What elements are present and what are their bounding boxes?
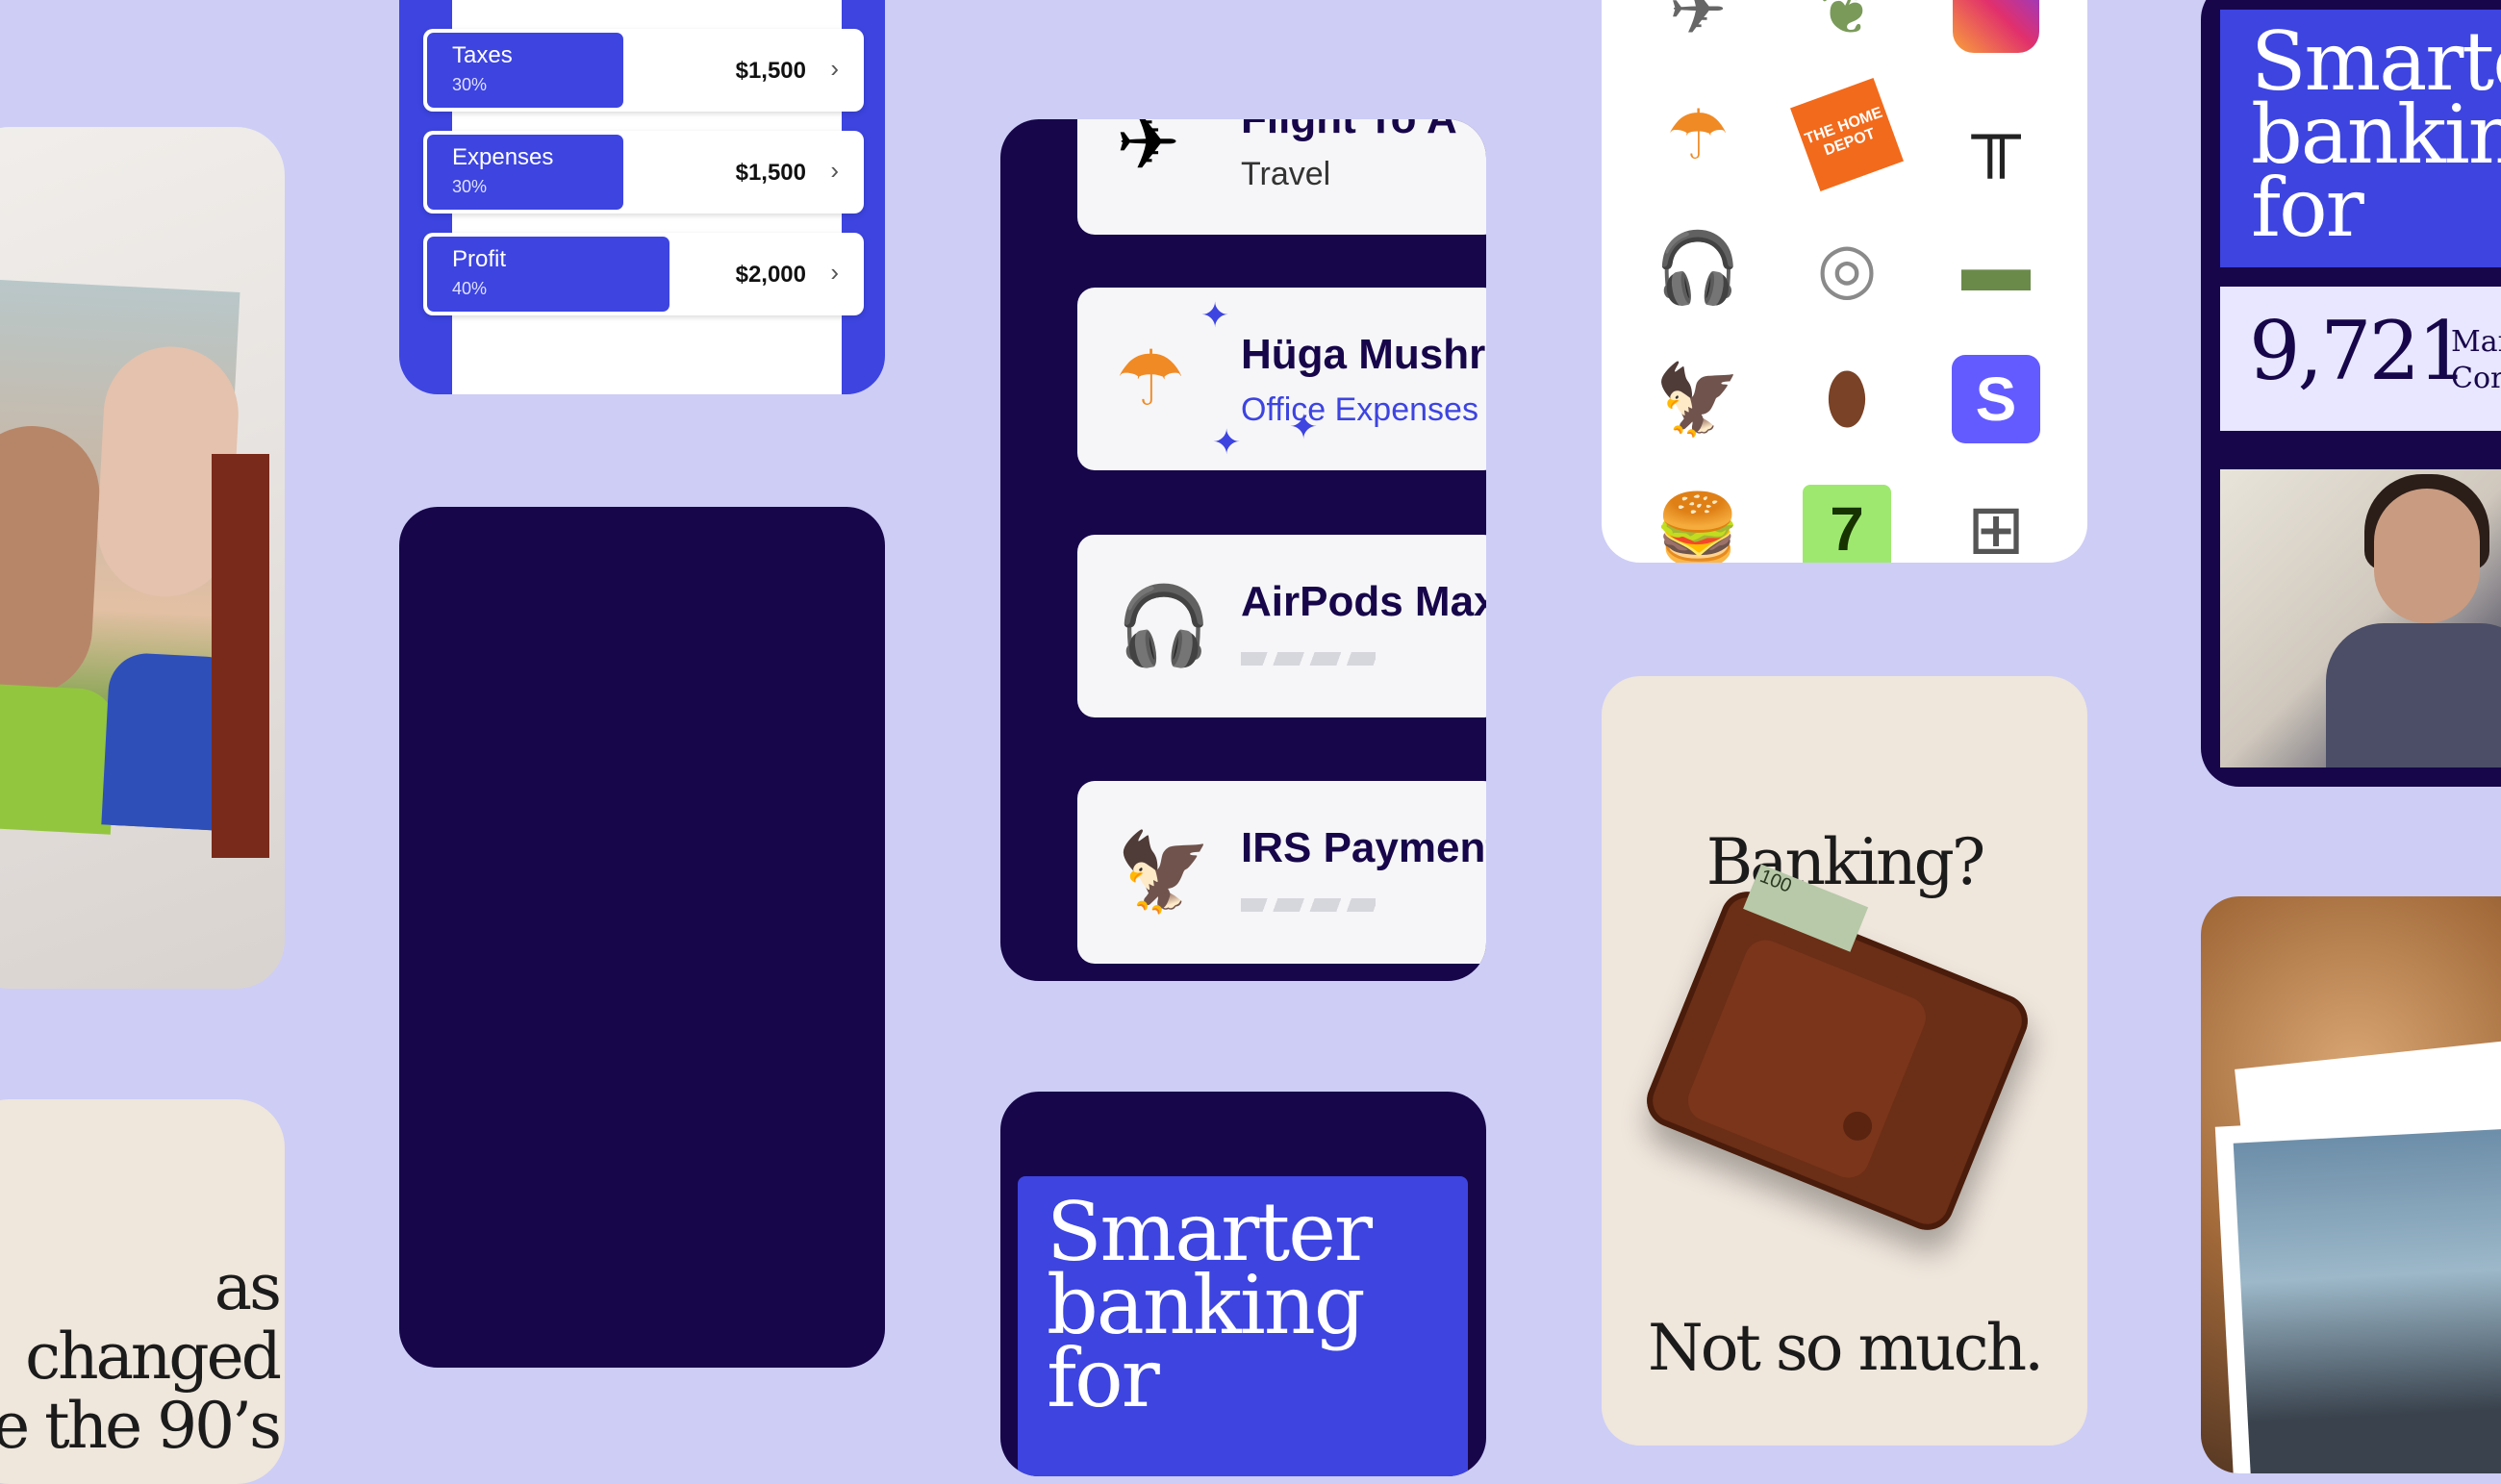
- chevron-right-icon: ›: [830, 258, 839, 287]
- dark-placeholder-card: [399, 507, 885, 1368]
- budget-row-percent: 40%: [452, 279, 488, 298]
- polaroid-front: [2214, 1108, 2501, 1473]
- sparkle-icon: ✦: [1289, 407, 1319, 446]
- budget-row-percent: 30%: [452, 177, 488, 196]
- smarter-banking-card: Smarter banking for: [1000, 1092, 1486, 1476]
- headline-line-3: for: [1047, 1331, 1160, 1425]
- loading-placeholder: [1241, 898, 1376, 912]
- stripe-icon: S: [1948, 351, 2044, 447]
- smarter-banking-banner: Smarte bankin for: [2220, 10, 2501, 267]
- changed-text-card: as changed e the 90’s: [0, 1099, 285, 1484]
- transaction-item[interactable]: ☂ Hüga Mushr Office Expenses ✦ ✦ ✦: [1077, 288, 1486, 470]
- stat-label-line-1: Mar: [2451, 325, 2501, 359]
- polaroid-photo-card: [2201, 896, 2501, 1473]
- transaction-item[interactable]: ✈ Flight To A Travel: [1077, 119, 1486, 235]
- smarter-banking-headline: Smarte bankin for: [2251, 21, 2501, 255]
- loading-placeholder: [1241, 652, 1376, 666]
- person-left: [0, 422, 103, 699]
- mushroom-lamp-icon: ☂: [1116, 336, 1185, 421]
- headline-line-2: e the 90’s: [0, 1389, 282, 1463]
- wallet-flap: [1681, 933, 1933, 1185]
- chevron-right-icon: ›: [830, 54, 839, 83]
- headphones-icon: 🎧: [1116, 583, 1212, 668]
- budget-row-expenses[interactable]: Expenses 30% $1,500 ›: [423, 131, 864, 214]
- woman-gallery-photo: [2220, 469, 2501, 767]
- budget-row-taxes[interactable]: Taxes 30% $1,500 ›: [423, 29, 864, 112]
- smarter-banking-banner: Smarter banking for: [1018, 1176, 1468, 1476]
- transaction-category: Travel: [1241, 156, 1331, 192]
- budget-allocation-card: Taxes 30% $1,500 › Expenses 30% $1,500 ›…: [399, 0, 885, 394]
- mushroom-lamp-icon: ☂: [1666, 97, 1730, 174]
- banking-question: Banking?: [1705, 825, 1986, 899]
- transactions-card: ✈ Flight To A Travel ☂ Hüga Mushr Office…: [1000, 119, 1486, 981]
- headline-line-1: as changed: [25, 1250, 282, 1394]
- basketball-photo: [2233, 1126, 2501, 1473]
- budget-row-profit[interactable]: Profit 40% $2,000 ›: [423, 233, 864, 315]
- airplane-icon: ✈: [1116, 119, 1181, 186]
- instagram-icon: [1948, 0, 2044, 58]
- transaction-name: Flight To A: [1241, 119, 1457, 143]
- tape-dispenser-icon: ◎: [1816, 230, 1878, 307]
- banking-answer: Not so much.: [1647, 1311, 2044, 1385]
- merchant-icon-grid: ✈ ❦ ☂ THE HOME DEPOT ╥ 🎧 ◎ ▬ 🦅 ⬮ S 🍔 7 ⊞: [1602, 0, 2087, 563]
- couple-photo-card: [0, 127, 285, 989]
- transaction-name: Hüga Mushr: [1241, 331, 1486, 378]
- transaction-name: AirPods Max: [1241, 578, 1486, 625]
- irs-eagle-icon: 🦅: [1655, 361, 1741, 439]
- airplane-icon: ✈: [1668, 0, 1728, 49]
- transaction-item[interactable]: 🦅 IRS Payment: [1077, 781, 1486, 964]
- banking-wallet-card: Banking? 100 Not so much.: [1602, 676, 2087, 1446]
- coffee-bean-icon: ⬮: [1825, 360, 1869, 437]
- wise-icon: 7: [1799, 481, 1895, 563]
- person-body: [2326, 623, 2501, 767]
- sparkle-icon: ✦: [1200, 295, 1230, 335]
- wallet-icon: 100: [1638, 864, 2036, 1239]
- headphones-icon: 🎧: [1655, 229, 1741, 307]
- cash-stack-icon: ▬: [1961, 229, 2031, 306]
- transaction-name: IRS Payment: [1241, 824, 1486, 871]
- stat-panel: 9,721 Mar Cor: [2220, 287, 2501, 431]
- budget-row-label: Taxes: [452, 42, 513, 68]
- burger-icon: 🍔: [1655, 490, 1741, 564]
- home-depot-icon: THE HOME DEPOT: [1790, 78, 1904, 191]
- budget-row-amount: $1,500: [735, 58, 806, 84]
- headline-line-3: for: [2251, 161, 2364, 255]
- budget-row-amount: $2,000: [735, 262, 806, 288]
- smarter-banking-headline: Smarter banking for: [1047, 1192, 1373, 1425]
- smart-stats-card: Smarte bankin for 9,721 Mar Cor: [2201, 0, 2501, 787]
- stat-label-line-2: Cor: [2451, 362, 2501, 395]
- transaction-category: Office Expenses: [1241, 391, 1478, 428]
- changed-headline: as changed e the 90’s: [0, 1250, 282, 1463]
- red-fabric: [212, 454, 269, 858]
- plant-icon: ❦: [1817, 0, 1877, 49]
- green-shirt: [0, 682, 118, 835]
- couple-photo: [0, 279, 245, 835]
- budget-row-label: Profit: [452, 246, 507, 272]
- person-head: [2374, 489, 2480, 623]
- transaction-item[interactable]: 🎧 AirPods Max: [1077, 535, 1486, 717]
- chevron-right-icon: ›: [830, 156, 839, 185]
- budget-row-amount: $1,500: [735, 160, 806, 186]
- stat-number: 9,721: [2249, 304, 2468, 398]
- irs-eagle-icon: 🦅: [1116, 829, 1212, 915]
- standing-desk-icon: ╥: [1971, 96, 2021, 173]
- budget-row-percent: 30%: [452, 75, 488, 94]
- budget-row-label: Expenses: [452, 144, 554, 170]
- sparkle-icon: ✦: [1212, 422, 1242, 462]
- 3d-printer-icon: ⊞: [1966, 491, 2026, 563]
